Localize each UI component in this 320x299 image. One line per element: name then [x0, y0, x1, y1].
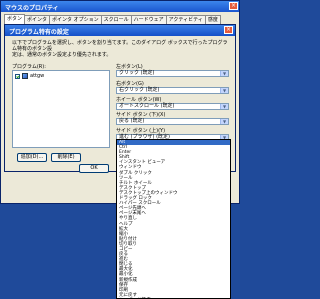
program-settings-titlebar[interactable]: プログラム特有の設定 [5, 25, 235, 36]
right-button-value: 右クリック (既定) [119, 87, 160, 93]
chevron-down-icon[interactable]: ▼ [220, 88, 228, 93]
description-line-1: 以下でプログラムを選択し、ボタンを割り当てます。このダイアログ ボックスで行った… [12, 40, 228, 52]
close-icon: × [230, 2, 237, 9]
chevron-down-icon[interactable]: ▼ [220, 71, 228, 76]
wheel-button-value: オートスクロール (既定) [119, 103, 175, 109]
side-button-lower-combo[interactable]: 戻る (既定) ▼ [116, 118, 229, 125]
chevron-down-icon[interactable]: ▼ [220, 119, 228, 124]
left-button-label: 左ボタン(L) [116, 64, 143, 70]
right-button-combo[interactable]: 右クリック (既定) ▼ [116, 87, 229, 94]
side-button-lower-label: サイド ボタン (下)(X) [116, 112, 166, 118]
chevron-down-icon[interactable]: ▼ [220, 104, 228, 109]
action-dropdown-list[interactable]: Alt Ctrl Enter Shift インスタント ビューア ウィンドウ ダブル クリッ… [116, 139, 231, 299]
left-button-combo[interactable]: クリック (既定) ▼ [116, 70, 229, 77]
program-name: attgw [30, 73, 45, 79]
left-button-value: クリック (既定) [119, 70, 155, 76]
description-line-2: 定は、通常のボタン設定より優先されます。 [12, 52, 112, 58]
right-button-label: 右ボタン(G) [116, 81, 144, 87]
side-button-lower-value: 戻る (既定) [119, 118, 145, 124]
program-settings-title: プログラム特有の設定 [9, 29, 69, 36]
program-icon [22, 73, 28, 79]
add-program-button[interactable]: 追加(D)... [17, 153, 47, 162]
program-checkbox[interactable] [15, 73, 20, 79]
wheel-button-label: ホイール ボタン(W) [116, 97, 162, 103]
dialog-ok-button[interactable]: OK [79, 164, 109, 173]
program-list[interactable]: attgw [12, 70, 110, 148]
dialog-description: 以下でプログラムを選択し、ボタンを割り当てます。このダイアログ ボックスで行った… [12, 40, 232, 58]
dialog-close-button[interactable]: × [224, 26, 233, 34]
program-list-label: プログラム(R): [12, 64, 46, 70]
outer-close-button[interactable]: × [229, 2, 238, 10]
wheel-button-combo[interactable]: オートスクロール (既定) ▼ [116, 103, 229, 110]
side-button-upper-label: サイド ボタン (上)(Y) [116, 128, 166, 134]
mouse-properties-title: マウスのプロパティ [5, 5, 59, 12]
delete-program-button[interactable]: 削除(E) [51, 153, 81, 162]
mouse-properties-titlebar[interactable]: マウスのプロパティ [1, 1, 239, 12]
close-icon: × [225, 26, 232, 33]
program-list-item[interactable]: attgw [15, 73, 44, 79]
